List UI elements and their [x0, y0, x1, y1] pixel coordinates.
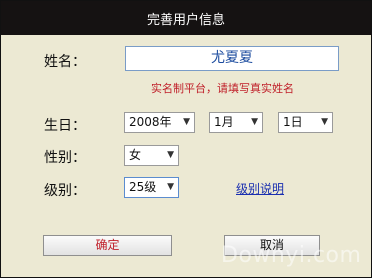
day-select[interactable]: 1日 ▼	[278, 112, 333, 133]
month-select[interactable]: 1月 ▼	[209, 112, 263, 133]
watermark-logo: Downyi.com	[221, 243, 362, 268]
level-value: 25级	[129, 180, 157, 194]
name-hint: 实名制平台，请填写真实姓名	[151, 82, 294, 95]
chevron-down-icon: ▼	[183, 117, 190, 127]
chevron-down-icon: ▼	[167, 150, 174, 160]
ok-button[interactable]: 确定	[43, 235, 172, 256]
gender-value: 女	[129, 148, 142, 162]
name-input[interactable]: 尤夏夏	[125, 46, 339, 71]
name-label: 姓名：	[44, 54, 86, 70]
user-info-dialog: 完善用户信息 姓名： 尤夏夏 实名制平台，请填写真实姓名 生日： 2008年 ▼…	[0, 0, 372, 278]
month-value: 1月	[214, 115, 234, 129]
chevron-down-icon: ▼	[321, 117, 328, 127]
year-select[interactable]: 2008年 ▼	[124, 112, 195, 133]
level-help-link[interactable]: 级别说明	[236, 180, 284, 197]
day-value: 1日	[283, 115, 303, 129]
chevron-down-icon: ▼	[167, 182, 174, 192]
level-select[interactable]: 25级 ▼	[124, 177, 179, 198]
year-value: 2008年	[129, 115, 172, 129]
birthday-label: 生日：	[44, 118, 86, 134]
gender-select[interactable]: 女 ▼	[124, 145, 179, 166]
gender-label: 性别：	[44, 150, 86, 166]
chevron-down-icon: ▼	[251, 117, 258, 127]
dialog-title: 完善用户信息	[1, 1, 371, 35]
level-label: 级别：	[44, 183, 86, 199]
